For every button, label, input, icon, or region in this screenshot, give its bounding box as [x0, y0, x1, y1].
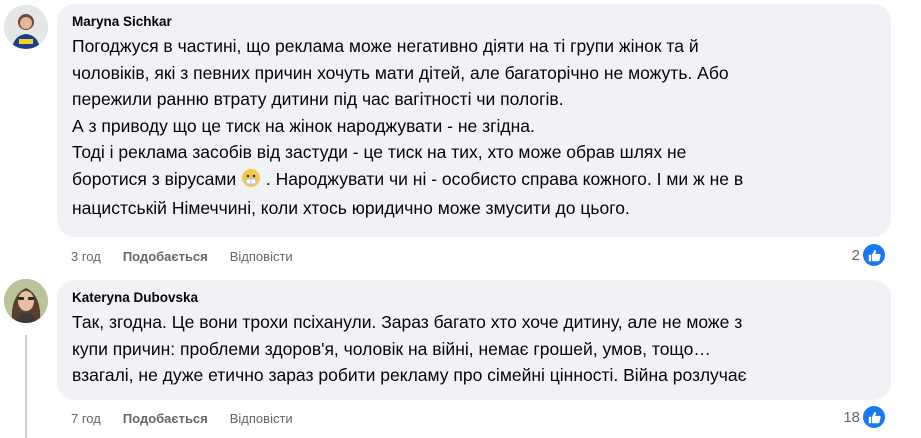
- comment-author[interactable]: Maryna Sichkar: [72, 13, 878, 31]
- comment-line: Погоджуся в частині, що реклама може нег…: [72, 36, 699, 56]
- comment-timestamp[interactable]: 7 год: [71, 411, 101, 426]
- comment-line: взагалі, не дуже етично зараз робити рек…: [72, 365, 747, 385]
- like-button[interactable]: Подобається: [123, 411, 208, 426]
- reply-thread-line: [25, 335, 27, 438]
- comment-timestamp[interactable]: 3 год: [71, 249, 101, 264]
- reply-button[interactable]: Відповісти: [230, 411, 293, 426]
- comment-thread: Maryna Sichkar Погоджуся в частині, що р…: [0, 0, 921, 438]
- comment-line: А з приводу що це тиск на жінок народжув…: [72, 115, 535, 136]
- avatar[interactable]: [4, 5, 48, 49]
- comment-actions: 7 год Подобається Відповісти: [71, 411, 315, 426]
- thumbs-up-icon: [863, 244, 885, 266]
- comment-line: Тоді і реклама засобів від застуди - це …: [72, 142, 687, 162]
- comment-actions: 3 год Подобається Відповісти: [71, 249, 315, 264]
- comment-line: Так, згодна. Це вони трохи псіханули. За…: [72, 312, 743, 332]
- comment-author[interactable]: Kateryna Dubovska: [72, 289, 878, 307]
- user-photo-icon: [4, 5, 48, 49]
- like-button[interactable]: Подобається: [123, 249, 208, 264]
- avatar[interactable]: [4, 279, 48, 323]
- comment-line-part: боротися з вірусами: [72, 168, 237, 189]
- reaction-count: 2: [851, 246, 860, 264]
- reaction-summary[interactable]: 18: [843, 406, 885, 428]
- comment-line: нацистській Німеччині, коли хтось юридич…: [72, 198, 630, 218]
- comment-line-part: . Народжувати чи ні - особисто справа ко…: [261, 168, 744, 189]
- sick-face-emoji-icon: [241, 168, 261, 196]
- comment-line: чоловіків, які з певних причин хочуть ма…: [72, 62, 729, 83]
- comment-line: пережили ранню втрату дитини під час ваг…: [72, 89, 564, 109]
- reaction-count: 18: [843, 408, 860, 426]
- comment-text: Так, згодна. Це вони трохи псіханули. За…: [72, 309, 878, 389]
- comment-line: купи причин: проблеми здоров'я, чоловік …: [72, 338, 711, 359]
- thumbs-up-icon: [863, 406, 885, 428]
- reaction-summary[interactable]: 2: [852, 244, 885, 266]
- user-photo-icon: [4, 279, 48, 323]
- comment-text: Погоджуся в частині, що реклама може нег…: [72, 33, 878, 222]
- comment-bubble: Maryna Sichkar Погоджуся в частині, що р…: [57, 4, 891, 237]
- comment-bubble: Kateryna Dubovska Так, згодна. Це вони т…: [57, 280, 891, 400]
- comment-line-with-emoji: боротися з вірусами . Народжувати чи ні …: [72, 166, 878, 196]
- reply-button[interactable]: Відповісти: [230, 249, 293, 264]
